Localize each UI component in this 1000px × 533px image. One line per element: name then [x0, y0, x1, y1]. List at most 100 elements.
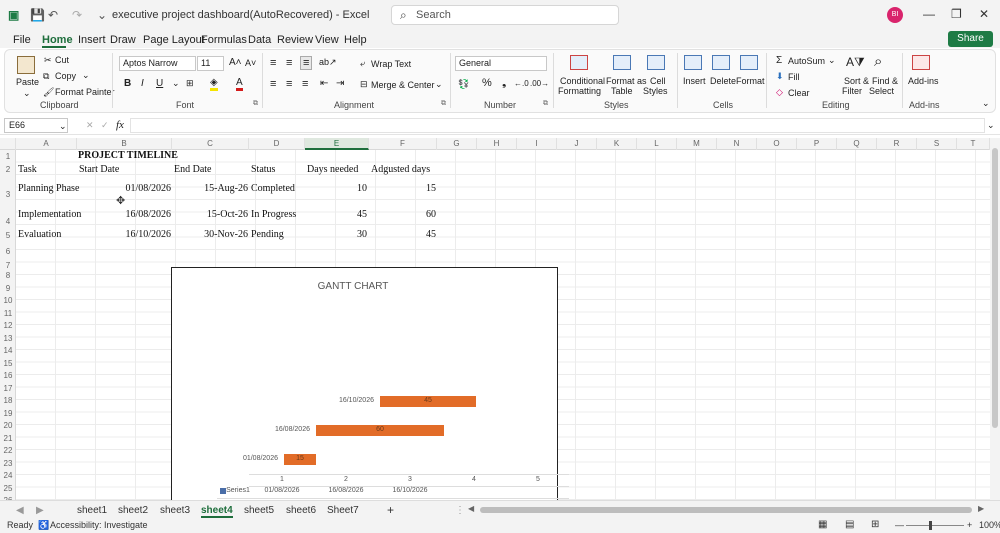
search-box[interactable]: ⌕ Search	[391, 5, 619, 25]
italic-button[interactable]: I	[141, 78, 144, 89]
underline-button[interactable]: U	[156, 78, 163, 89]
format-cells-icon[interactable]	[740, 55, 758, 70]
task-cell[interactable]: Implementation	[18, 209, 81, 220]
font-size-select[interactable]: 11	[197, 56, 224, 71]
row-header[interactable]: 5	[0, 231, 16, 240]
tab-help[interactable]: Help	[344, 34, 367, 46]
column-header[interactable]: M	[677, 138, 717, 150]
gantt-bar[interactable]: 60	[316, 425, 444, 436]
end-date-cell[interactable]: 15-Oct-26	[172, 209, 248, 220]
format-painter-button[interactable]: Format Painter	[55, 87, 115, 97]
cut-icon[interactable]: ✂	[44, 55, 52, 66]
sheet-tab[interactable]: sheet5	[244, 505, 274, 516]
header-cell[interactable]: End Date	[174, 164, 212, 175]
decrease-decimal-icon[interactable]: .00→	[530, 79, 549, 88]
sheet-tab[interactable]: sheet3	[160, 505, 190, 516]
column-header[interactable]: B	[77, 138, 172, 150]
merge-dropdown-icon[interactable]: ⌄	[435, 79, 443, 90]
formula-input[interactable]	[130, 118, 985, 133]
number-format-select[interactable]: General	[455, 56, 547, 71]
adjusted-days-cell[interactable]: 45	[370, 229, 436, 240]
alignment-dialog-launcher-icon[interactable]: ⧉	[441, 100, 446, 108]
row-header[interactable]: 21	[0, 434, 16, 443]
undo-icon[interactable]: ↶	[48, 8, 58, 22]
borders-icon[interactable]: ⊞	[186, 78, 194, 89]
column-header[interactable]: C	[172, 138, 249, 150]
delete-cells-icon[interactable]	[712, 55, 730, 70]
accessibility-icon[interactable]: ♿	[38, 520, 49, 531]
sheet-tab[interactable]: sheet2	[118, 505, 148, 516]
column-header[interactable]: G	[437, 138, 477, 150]
find-select-icon[interactable]: ⌕	[874, 53, 882, 70]
row-header[interactable]: 23	[0, 459, 16, 468]
sheet-tab-active[interactable]: sheet4	[201, 505, 233, 518]
percent-style-icon[interactable]: %	[482, 77, 492, 89]
wrap-text-button[interactable]: Wrap Text	[371, 59, 411, 69]
row-header[interactable]: 3	[0, 190, 16, 199]
paste-button[interactable]: Paste	[16, 77, 39, 87]
enter-formula-icon[interactable]: ✓	[101, 120, 109, 131]
column-header[interactable]: J	[557, 138, 597, 150]
row-header[interactable]: 8	[0, 271, 16, 280]
page-break-view-icon[interactable]: ⊞	[871, 519, 879, 530]
column-header[interactable]: I	[517, 138, 557, 150]
end-date-cell[interactable]: 30-Nov-26	[172, 229, 248, 240]
prev-sheet-icon[interactable]: ◀	[16, 505, 24, 516]
add-ins-icon[interactable]	[912, 55, 930, 70]
start-date-cell[interactable]: 16/08/2026	[79, 209, 171, 220]
font-color-icon[interactable]: A	[236, 77, 243, 91]
column-header[interactable]: L	[637, 138, 677, 150]
gantt-bar[interactable]: 45	[380, 396, 476, 407]
row-header[interactable]: 7	[0, 261, 16, 270]
zoom-level[interactable]: 100%	[979, 520, 1000, 530]
save-icon[interactable]: 💾	[30, 8, 45, 22]
tab-insert[interactable]: Insert	[78, 34, 106, 46]
column-header[interactable]: R	[877, 138, 917, 150]
column-header[interactable]: H	[477, 138, 517, 150]
column-header[interactable]: K	[597, 138, 637, 150]
accounting-format-icon[interactable]: 💱	[458, 79, 469, 90]
tab-formulas[interactable]: Formulas	[201, 34, 247, 46]
column-header[interactable]: T	[957, 138, 990, 150]
cell-styles-label[interactable]: Styles	[643, 86, 668, 96]
days-cell[interactable]: 30	[306, 229, 367, 240]
share-button[interactable]: Share	[948, 31, 993, 47]
font-dialog-launcher-icon[interactable]: ⧉	[253, 100, 258, 108]
status-cell[interactable]: Pending	[251, 229, 284, 240]
cell-styles-button[interactable]: Cell	[650, 76, 666, 86]
copy-button[interactable]: Copy	[55, 71, 76, 81]
zoom-slider[interactable]	[906, 525, 964, 526]
add-ins-button[interactable]: Add-ins	[908, 76, 939, 86]
autosum-icon[interactable]: Σ	[776, 55, 782, 66]
tab-home[interactable]: Home	[42, 34, 73, 46]
find-select-button[interactable]: Find &	[872, 76, 898, 86]
days-cell[interactable]: 10	[306, 183, 367, 194]
paste-dropdown-icon[interactable]: ⌄	[23, 88, 31, 99]
paste-icon[interactable]	[17, 56, 35, 74]
column-header[interactable]: O	[757, 138, 797, 150]
row-header[interactable]: 4	[0, 217, 16, 226]
sort-filter-label[interactable]: Filter	[842, 86, 862, 96]
row-header[interactable]: 1	[0, 152, 16, 161]
underline-dropdown-icon[interactable]: ⌄	[172, 78, 180, 89]
sheet-tab[interactable]: sheet1	[77, 505, 107, 516]
expand-formula-icon[interactable]: ⌄	[987, 120, 995, 131]
task-cell[interactable]: Evaluation	[18, 229, 61, 240]
vertical-scroll-thumb[interactable]	[992, 148, 998, 428]
clear-icon[interactable]: ◇	[776, 87, 783, 98]
column-header[interactable]: Q	[837, 138, 877, 150]
sort-filter-icon[interactable]: A⧩	[846, 55, 865, 70]
row-header[interactable]: 16	[0, 371, 16, 380]
row-header[interactable]: 6	[0, 247, 16, 256]
row-header[interactable]: 10	[0, 296, 16, 305]
row-header[interactable]: 15	[0, 359, 16, 368]
column-header[interactable]: S	[917, 138, 957, 150]
autosum-button[interactable]: AutoSum	[788, 56, 825, 66]
page-layout-view-icon[interactable]: ▤	[845, 519, 854, 530]
row-header[interactable]: 18	[0, 396, 16, 405]
orientation-icon[interactable]: ab↗	[319, 57, 337, 68]
cell-styles-icon[interactable]	[647, 55, 665, 70]
tab-options-icon[interactable]: ⋮	[455, 505, 465, 516]
sort-filter-button[interactable]: Sort &	[844, 76, 869, 86]
row-header[interactable]: 11	[0, 309, 16, 318]
